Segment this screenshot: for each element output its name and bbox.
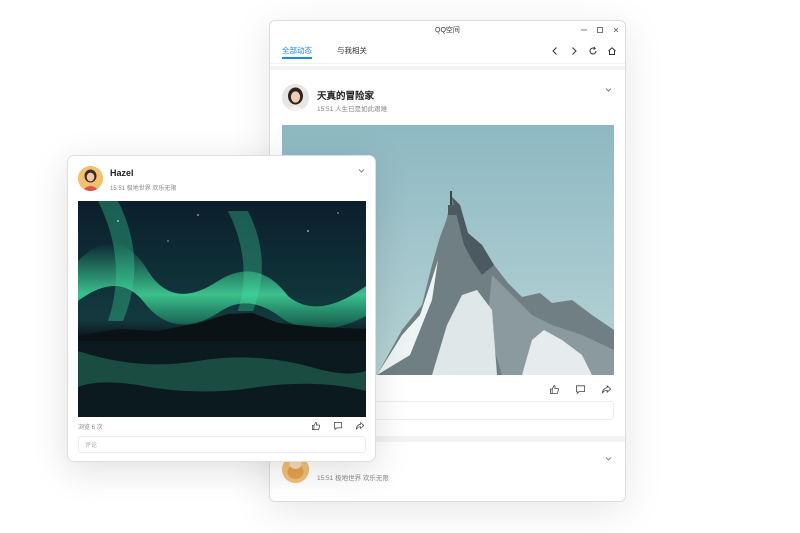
chevron-down-icon[interactable] — [357, 166, 366, 175]
comment-input[interactable]: 评论 — [78, 436, 366, 453]
post-username[interactable]: 天真的冒险家 — [317, 88, 374, 102]
app-stage: QQ空间 全部动态 与我相关 天真的冒险家 15:51 人生已是如此艰难 15:… — [0, 0, 800, 533]
maximize-icon[interactable] — [592, 21, 608, 38]
back-icon[interactable] — [545, 42, 564, 61]
share-icon[interactable] — [600, 383, 613, 396]
title-bar[interactable]: QQ空间 — [270, 21, 625, 38]
nav-icons — [545, 38, 621, 64]
post-time: 15:51 — [110, 186, 126, 192]
post-meta: 15:51 极地世界 欢乐无限 — [317, 472, 389, 482]
tab-related-to-me[interactable]: 与我相关 — [337, 38, 367, 64]
avatar[interactable] — [282, 84, 309, 111]
post-text: 极地世界 欢乐无限 — [126, 186, 177, 192]
post-text: 人生已是如此艰难 — [335, 106, 388, 113]
view-count: 浏览 6 次 — [78, 425, 103, 431]
comment-icon[interactable] — [574, 383, 587, 396]
forward-icon[interactable] — [564, 42, 583, 61]
like-icon[interactable] — [309, 419, 322, 432]
window-title: QQ空间 — [435, 26, 460, 34]
post-meta: 15:51 极地世界 欢乐无限 — [110, 183, 176, 192]
minimize-icon[interactable] — [576, 21, 592, 38]
post-text: 极地世界 欢乐无限 — [335, 475, 389, 482]
floating-post-card: Hazel 15:51 极地世界 欢乐无限 浏览 6 次 评论 — [67, 155, 376, 462]
chevron-down-icon[interactable] — [604, 454, 613, 463]
post-username[interactable]: Hazel — [110, 168, 134, 178]
post-photo-aurora[interactable] — [78, 201, 366, 417]
close-icon[interactable] — [608, 21, 624, 38]
like-icon[interactable] — [548, 383, 561, 396]
post-time: 15:51 — [317, 106, 334, 113]
chevron-down-icon[interactable] — [604, 85, 613, 94]
post-actions — [300, 419, 366, 432]
home-icon[interactable] — [602, 42, 621, 61]
refresh-icon[interactable] — [583, 42, 602, 61]
avatar[interactable] — [78, 166, 103, 191]
nav-bar: 全部动态 与我相关 — [270, 38, 625, 64]
post-time: 15:51 — [317, 475, 334, 482]
tab-all-feeds[interactable]: 全部动态 — [282, 38, 312, 64]
post-actions — [535, 383, 613, 396]
share-icon[interactable] — [353, 419, 366, 432]
post-meta: 15:51 人生已是如此艰难 — [317, 103, 387, 113]
comment-icon[interactable] — [331, 419, 344, 432]
